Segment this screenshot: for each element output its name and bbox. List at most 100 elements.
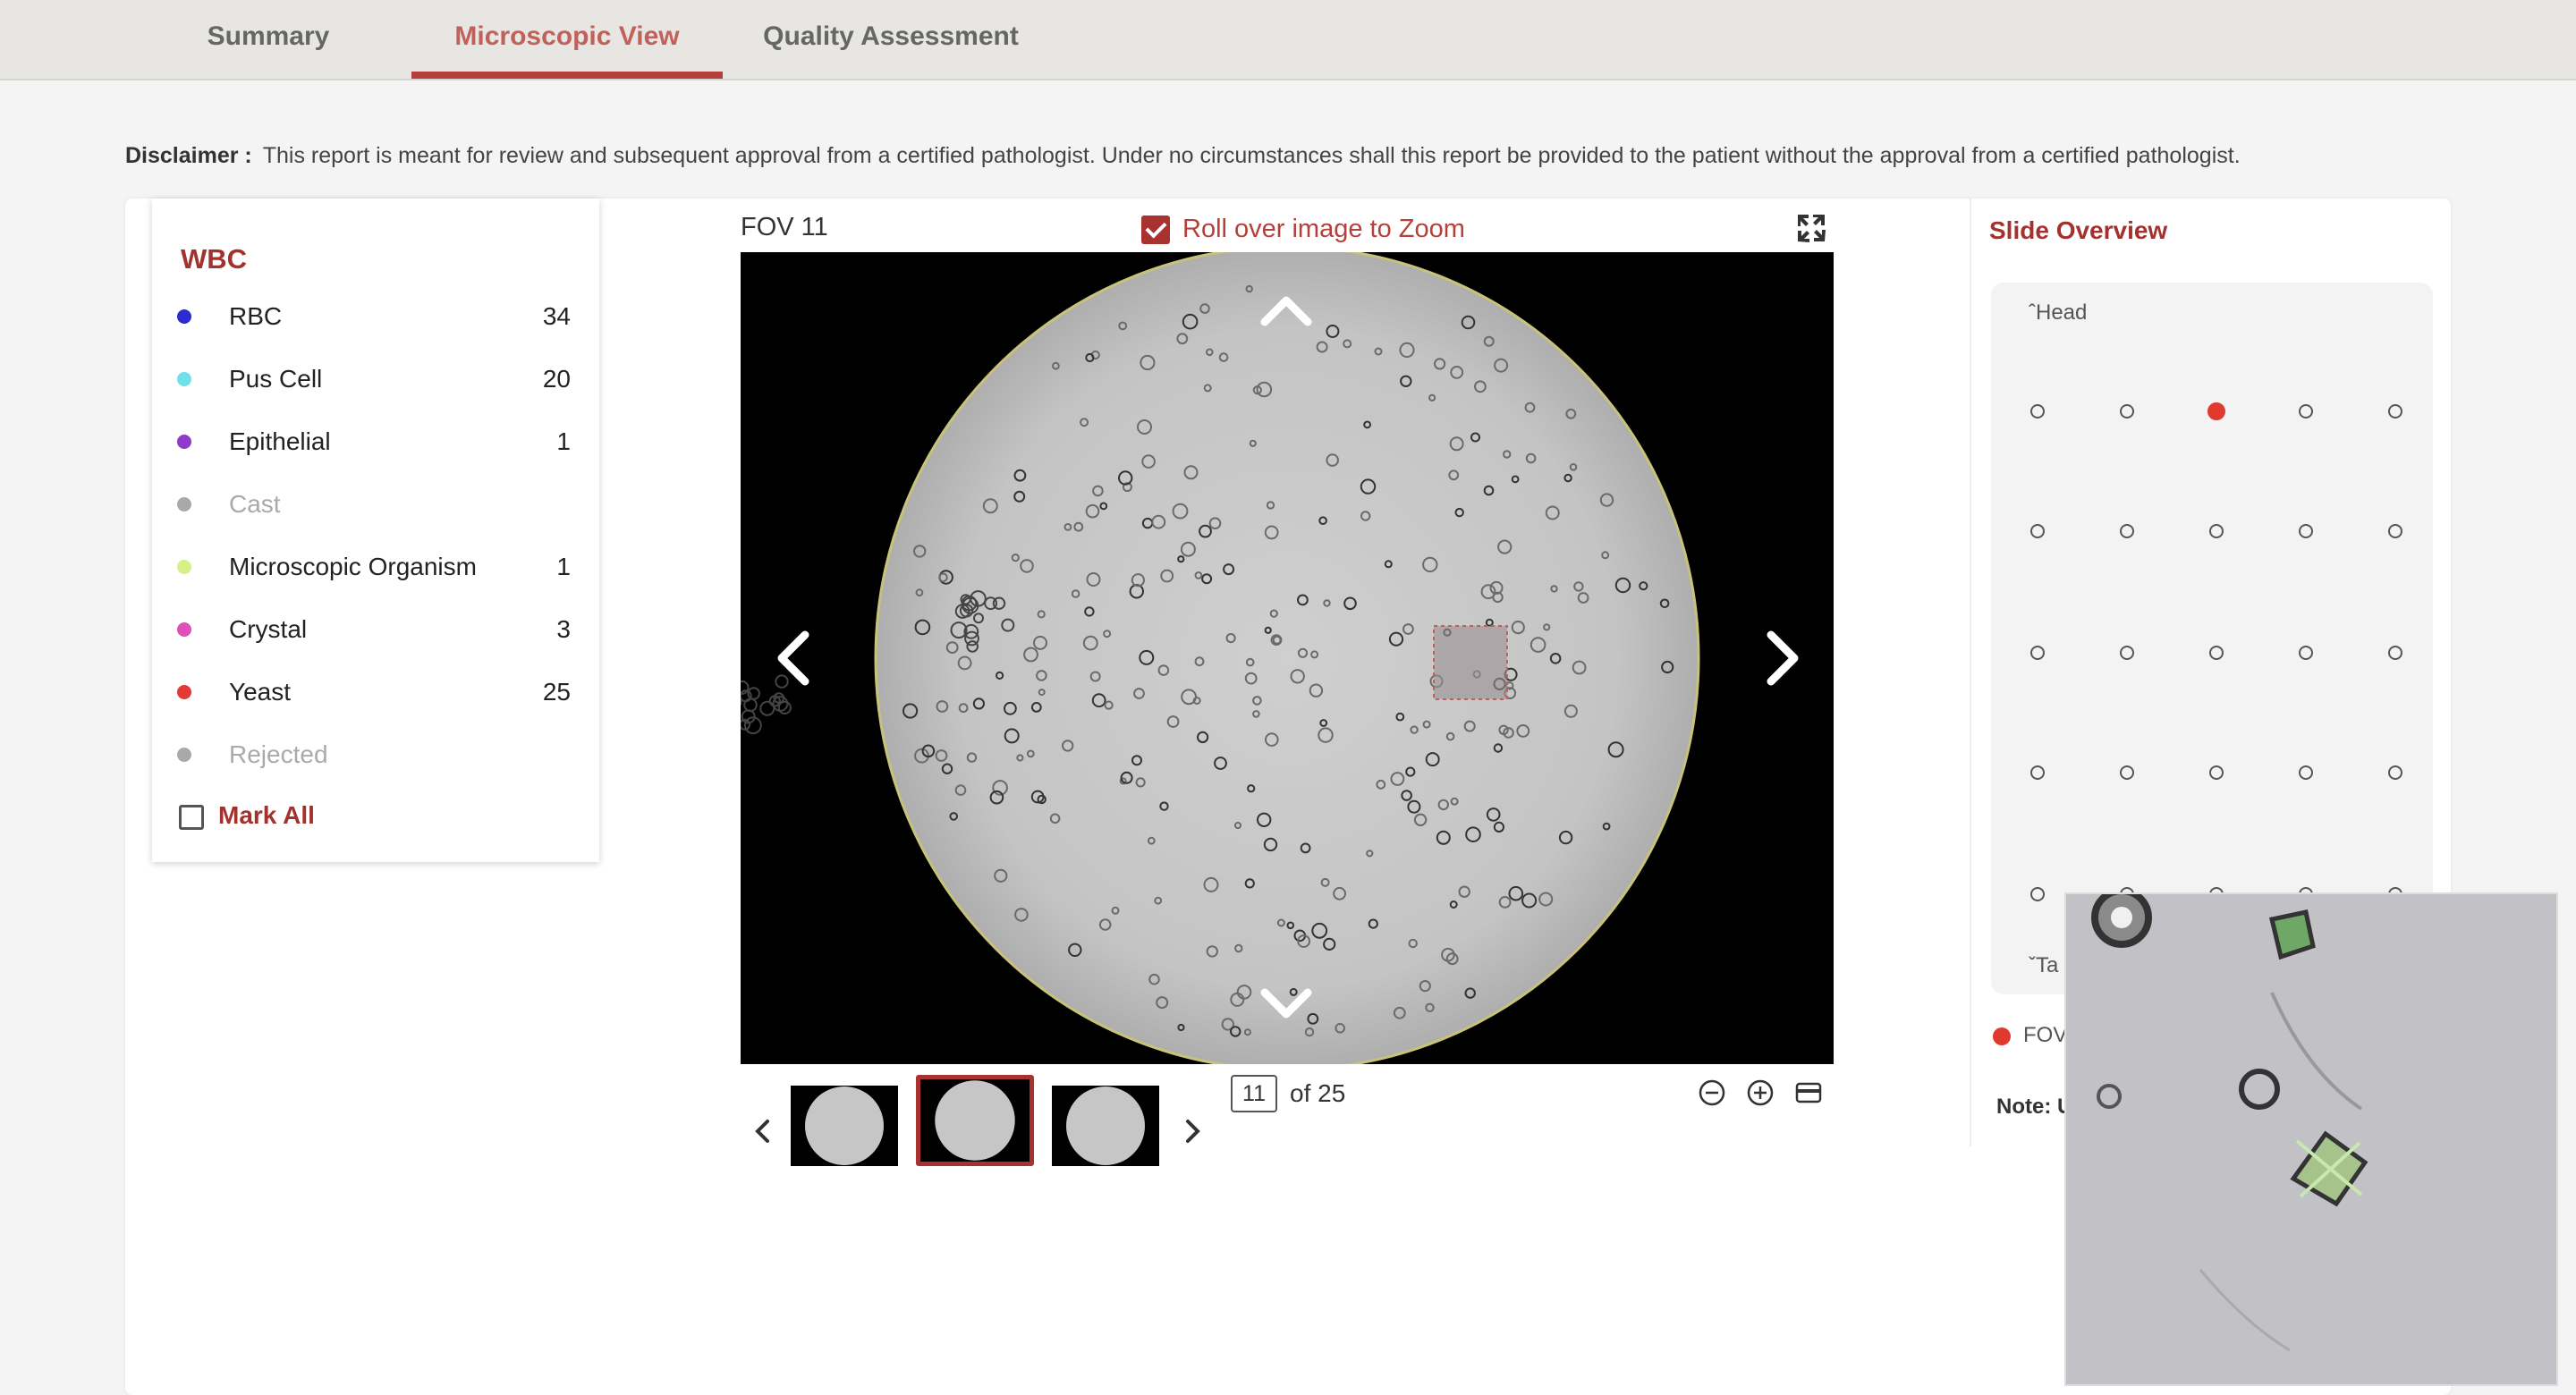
fov-grid-dot[interactable] <box>2209 524 2224 538</box>
rejected-dot-icon <box>177 748 191 762</box>
fov-grid-dot[interactable] <box>2299 646 2313 660</box>
legend-item-crystal[interactable]: Crystal 3 <box>177 612 571 647</box>
thumbnail-prev-icon[interactable] <box>748 1116 778 1146</box>
legend-item-yeast[interactable]: Yeast 25 <box>177 674 571 710</box>
cell-mark <box>759 700 775 716</box>
legend-item-count: 25 <box>542 678 571 706</box>
thumbnail-next-icon[interactable] <box>1177 1116 1208 1146</box>
zoom-toggle[interactable]: Roll over image to Zoom <box>1141 215 1465 245</box>
disclaimer: Disclaimer : This report is meant for rev… <box>125 143 2241 169</box>
page-total: of 25 <box>1290 1079 1346 1107</box>
yeast-dot-icon <box>177 685 191 699</box>
fov-grid-dot[interactable] <box>2120 765 2134 780</box>
legend-item-count: 34 <box>542 302 571 330</box>
tab-summary[interactable]: Summary <box>170 0 367 79</box>
chevron-up-icon[interactable] <box>1250 275 1322 347</box>
fov-grid-dot[interactable] <box>2030 524 2045 538</box>
microscopic-organism-dot-icon <box>177 560 191 574</box>
zoom-toggle-label: Roll over image to Zoom <box>1182 215 1465 243</box>
disclaimer-text: This report is meant for review and subs… <box>262 143 2241 168</box>
legend-item-count: 1 <box>556 427 571 455</box>
expand-icon[interactable] <box>1796 213 1826 243</box>
legend-item-label: Pus Cell <box>229 365 323 393</box>
legend-title[interactable]: WBC <box>181 243 247 275</box>
legend-panel: WBC RBC 34 Pus Cell 20 Epithelial 1 Cast… <box>152 199 599 862</box>
mark-all-label: Mark All <box>218 801 315 829</box>
fov-grid-dot[interactable] <box>2209 765 2224 780</box>
cast-dot-icon <box>177 497 191 512</box>
legend-item-label: Cast <box>229 490 281 518</box>
thumbnail-image <box>1066 1086 1145 1165</box>
chevron-down-icon[interactable] <box>1250 968 1322 1039</box>
mark-all-checkbox[interactable]: Mark All <box>179 801 315 830</box>
tab-quality-assessment[interactable]: Quality Assessment <box>757 0 1025 79</box>
slide-overview-title: Slide Overview <box>1989 216 2168 244</box>
slide-head-text: Head <box>2036 300 2088 325</box>
legend-item-label: Microscopic Organism <box>229 553 477 580</box>
fov-grid-dot[interactable] <box>2030 646 2045 660</box>
microscope-field <box>741 252 1700 1064</box>
fov-grid-dot[interactable] <box>2120 524 2134 538</box>
legend-item-label: Crystal <box>229 615 308 643</box>
legend-item-pus-cell[interactable]: Pus Cell 20 <box>177 361 571 397</box>
crystal-dot-icon <box>177 622 191 637</box>
fov-grid-dot[interactable] <box>2030 404 2045 418</box>
legend-item-rejected[interactable]: Rejected <box>177 737 571 773</box>
legend-item-cast[interactable]: Cast <box>177 486 571 522</box>
cell-mark <box>777 700 792 714</box>
thumbnail-11[interactable] <box>916 1075 1034 1166</box>
cell-mark <box>743 698 758 713</box>
epithelial-dot-icon <box>177 435 191 449</box>
zoomed-image <box>2066 894 2556 1384</box>
legend-item-label: RBC <box>229 302 283 330</box>
fov-grid-dot[interactable] <box>2299 765 2313 780</box>
checkbox-checked-icon[interactable] <box>1141 216 1170 245</box>
zoom-lens <box>2064 892 2558 1386</box>
microscope-image[interactable] <box>741 252 1834 1064</box>
legend-item-count: 20 <box>542 365 571 393</box>
legend-item-epithelial[interactable]: Epithelial 1 <box>177 424 571 460</box>
layout-icon[interactable] <box>1794 1078 1823 1107</box>
legend-item-label: Epithelial <box>229 427 331 455</box>
fov-grid-dot[interactable] <box>2388 765 2402 780</box>
fov-grid-dot[interactable] <box>2299 404 2313 418</box>
chevron-right-icon[interactable] <box>1746 622 1818 694</box>
slide-tail-label: ˇTa <box>2029 953 2058 978</box>
fov-grid-dot[interactable] <box>2388 646 2402 660</box>
fov-grid-dot[interactable] <box>2209 646 2224 660</box>
fov-grid-dot[interactable] <box>2120 646 2134 660</box>
divider <box>1970 199 1971 1146</box>
legend-item-label: Rejected <box>229 740 328 768</box>
thumbnail-10[interactable] <box>791 1086 898 1166</box>
disclaimer-label: Disclaimer : <box>125 143 252 168</box>
page-number-input[interactable]: 11 <box>1231 1075 1277 1112</box>
zoom-out-icon[interactable] <box>1698 1078 1726 1107</box>
caret-up-icon: ˆ <box>2029 300 2036 325</box>
legend-item-count: 3 <box>556 615 571 643</box>
checkbox-icon[interactable] <box>179 804 204 830</box>
legend-item-rbc[interactable]: RBC 34 <box>177 299 571 334</box>
fov-grid-dot[interactable] <box>2207 402 2225 420</box>
fov-grid-dot[interactable] <box>2030 765 2045 780</box>
caret-down-icon: ˇ <box>2029 953 2036 977</box>
fov-label: FOV 11 <box>741 213 828 241</box>
slide-tail-text: Ta <box>2036 953 2059 977</box>
fov-grid-dot[interactable] <box>2030 887 2045 901</box>
pus-cell-dot-icon <box>177 372 191 386</box>
legend-item-label: Yeast <box>229 678 292 706</box>
tab-microscopic-view[interactable]: Microscopic View <box>411 0 723 79</box>
thumbnail-12[interactable] <box>1052 1086 1159 1166</box>
fov-grid-dot[interactable] <box>2388 524 2402 538</box>
legend-item-microscopic-organism[interactable]: Microscopic Organism 1 <box>177 549 571 585</box>
fov-grid-dot[interactable] <box>2120 404 2134 418</box>
current-fov-indicator: FOV, <box>1993 1023 2072 1048</box>
legend-item-count: 1 <box>556 553 571 580</box>
rbc-dot-icon <box>177 309 191 324</box>
fov-dot-icon <box>1993 1027 2011 1045</box>
chevron-left-icon[interactable] <box>758 622 830 694</box>
slide-head-label: ˆHead <box>2029 300 2087 326</box>
zoom-in-icon[interactable] <box>1746 1078 1775 1107</box>
fov-grid-dot[interactable] <box>2388 404 2402 418</box>
note-label: Note: U <box>1996 1095 2073 1119</box>
fov-grid-dot[interactable] <box>2299 524 2313 538</box>
